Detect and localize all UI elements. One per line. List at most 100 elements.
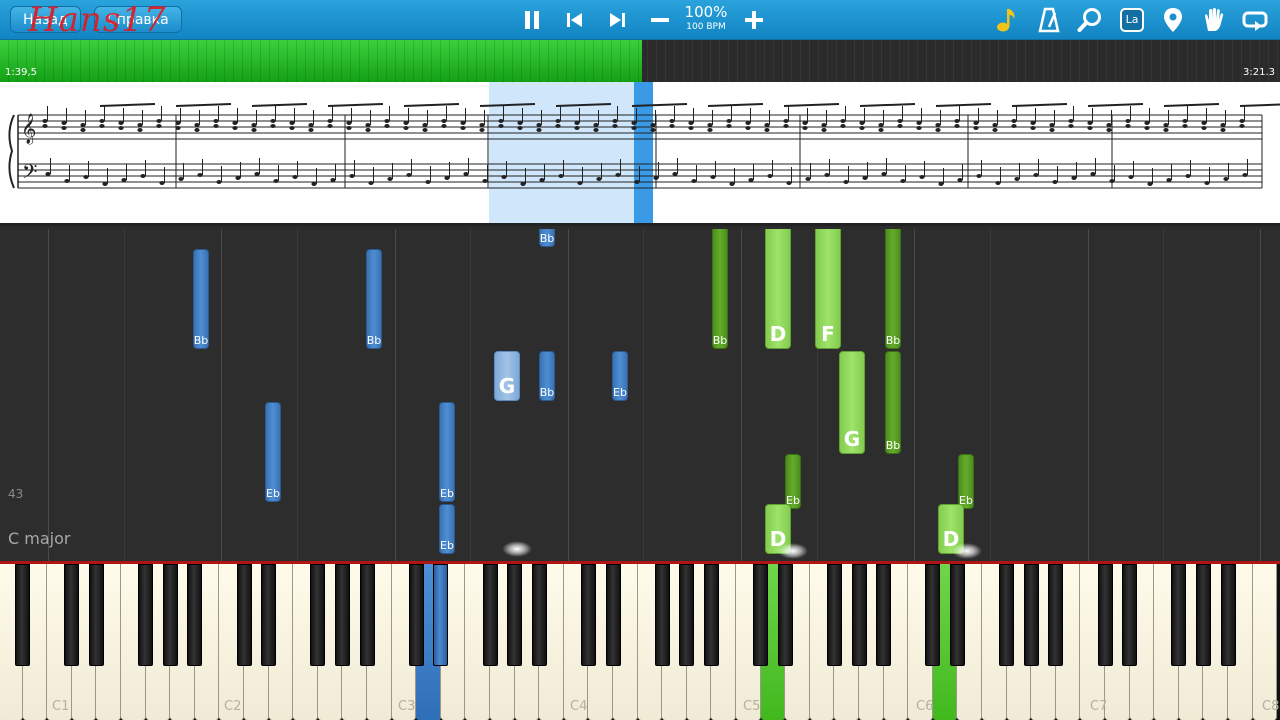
- grid-line: [914, 229, 915, 561]
- key-signature-label: C major: [8, 529, 71, 548]
- grid-line: [1163, 229, 1164, 561]
- falling-note: Bb: [539, 229, 555, 247]
- white-key[interactable]: [1252, 564, 1278, 720]
- black-key[interactable]: [654, 564, 670, 666]
- black-key[interactable]: [1122, 564, 1138, 666]
- grid-line: [395, 229, 396, 561]
- skip-back-icon[interactable]: [561, 6, 589, 34]
- note-label: Bb: [366, 334, 382, 347]
- piano-keyboard[interactable]: C1 C2 C3 C4 C5 C6 C7 C8: [0, 561, 1280, 720]
- falling-note: F: [815, 229, 841, 349]
- falling-note: Bb: [885, 351, 901, 454]
- watermark-logo: Hans17: [28, 0, 167, 40]
- note-label: G: [843, 427, 861, 451]
- progress-fill: [0, 40, 642, 82]
- note-label: Eb: [266, 487, 280, 500]
- elapsed-time: 1:39,5: [5, 67, 37, 78]
- note-label: Eb: [613, 386, 627, 399]
- grid-line: [1088, 229, 1089, 561]
- note-hit-spark: [778, 543, 808, 559]
- black-key[interactable]: [1171, 564, 1187, 666]
- note-label-icon[interactable]: La: [1118, 6, 1146, 34]
- note-hit-spark: [952, 543, 982, 559]
- falling-note: Bb: [885, 229, 901, 349]
- hand-icon[interactable]: [1200, 6, 1228, 34]
- black-key[interactable]: [703, 564, 719, 666]
- black-key[interactable]: [531, 564, 547, 666]
- black-key[interactable]: [777, 564, 793, 666]
- tempo-percent: 100%: [684, 3, 728, 21]
- black-key[interactable]: [482, 564, 498, 666]
- falling-note: Eb: [958, 454, 974, 509]
- grid-line: [221, 229, 222, 561]
- falling-notes-area: Bb Bb Eb Eb Eb G Bb Bb Eb Bb D F G Bb Bb Eb D Eb D 43 C ma…: [0, 229, 1280, 561]
- black-key[interactable]: [433, 564, 449, 666]
- black-key[interactable]: [64, 564, 80, 666]
- grid-line: [124, 229, 125, 561]
- black-key[interactable]: [826, 564, 842, 666]
- falling-note: Bb: [539, 351, 555, 401]
- black-key[interactable]: [310, 564, 326, 666]
- black-key[interactable]: [138, 564, 154, 666]
- black-key[interactable]: [753, 564, 769, 666]
- location-pin-icon[interactable]: [1159, 6, 1187, 34]
- black-key[interactable]: [359, 564, 375, 666]
- metronome-icon[interactable]: [1035, 6, 1063, 34]
- svg-text:𝄞: 𝄞: [21, 113, 36, 145]
- black-key[interactable]: [605, 564, 621, 666]
- plus-icon[interactable]: [740, 6, 768, 34]
- svg-text:𝄢: 𝄢: [22, 160, 37, 188]
- skip-forward-icon[interactable]: [603, 6, 631, 34]
- grid-line: [990, 229, 991, 561]
- black-key[interactable]: [236, 564, 252, 666]
- note-hit-spark: [502, 541, 532, 557]
- grid-line: [568, 229, 569, 561]
- falling-note: Eb: [785, 454, 801, 509]
- note-label: Bb: [885, 334, 901, 347]
- falling-note: Eb: [439, 504, 455, 554]
- note-label: D: [769, 322, 787, 346]
- black-key[interactable]: [851, 564, 867, 666]
- magnifier-icon[interactable]: [1076, 6, 1104, 34]
- row-number: 43: [8, 487, 24, 501]
- black-key[interactable]: [88, 564, 104, 666]
- black-key[interactable]: [261, 564, 277, 666]
- black-key[interactable]: [187, 564, 203, 666]
- black-key[interactable]: [925, 564, 941, 666]
- octave-label: C8: [1262, 699, 1280, 714]
- black-key[interactable]: [162, 564, 178, 666]
- song-progress-bar[interactable]: 1:39,5 3:21.3: [0, 40, 1280, 82]
- note-label: F: [821, 322, 835, 346]
- black-key[interactable]: [679, 564, 695, 666]
- black-key[interactable]: [408, 564, 424, 666]
- black-key[interactable]: [1023, 564, 1039, 666]
- black-key[interactable]: [876, 564, 892, 666]
- falling-note: Bb: [193, 249, 209, 349]
- black-key[interactable]: [507, 564, 523, 666]
- music-staff: 𝄞𝄢: [8, 103, 1280, 189]
- black-key[interactable]: [1048, 564, 1064, 666]
- falling-note: G: [839, 351, 865, 454]
- music-note-icon[interactable]: [993, 6, 1021, 34]
- black-key[interactable]: [580, 564, 596, 666]
- tempo-bpm: 100 BPM: [686, 22, 726, 32]
- black-key[interactable]: [999, 564, 1015, 666]
- black-key[interactable]: [334, 564, 350, 666]
- grid-line: [1260, 229, 1261, 561]
- minus-icon[interactable]: [646, 6, 674, 34]
- black-key[interactable]: [1097, 564, 1113, 666]
- top-toolbar: Назад Справка Hans17 100% 100 BPM La: [0, 0, 1280, 40]
- pause-icon[interactable]: [518, 6, 546, 34]
- note-label: Bb: [193, 334, 209, 347]
- grid-line: [297, 229, 298, 561]
- falling-note: Bb: [712, 229, 728, 349]
- loop-icon[interactable]: [1241, 6, 1269, 34]
- octave-label: C2: [224, 699, 242, 714]
- note-label: Bb: [712, 334, 728, 347]
- black-key[interactable]: [949, 564, 965, 666]
- black-key[interactable]: [1220, 564, 1236, 666]
- sheet-music-panel[interactable]: 𝄞 𝄢: [0, 82, 1280, 226]
- note-label: G: [498, 374, 516, 398]
- black-key[interactable]: [1195, 564, 1211, 666]
- black-key[interactable]: [15, 564, 31, 666]
